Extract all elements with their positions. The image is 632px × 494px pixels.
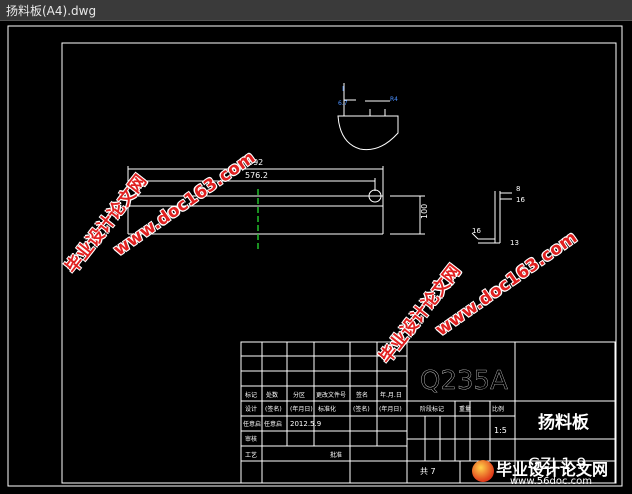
- svg-text:年.月.日: 年.月.日: [380, 391, 402, 399]
- approve-label: 批准: [330, 451, 342, 459]
- svg-text:任意启: 任意启: [243, 420, 261, 428]
- dim-detail-left: 6.7: [338, 100, 348, 107]
- svg-text:(年月日): (年月日): [379, 405, 402, 413]
- flange-section: [471, 191, 512, 244]
- scale-text: 1:5: [494, 426, 507, 435]
- material-text: Q235A: [420, 366, 508, 396]
- svg-text:分区: 分区: [293, 391, 305, 399]
- design-row: 设计 (签名) (年月日) 标准化 (签名) (年月日): [245, 405, 402, 413]
- sheet-total-text: 共 7: [420, 467, 436, 476]
- svg-text:标记: 标记: [245, 391, 257, 399]
- window-title: 扬料板(A4).dwg: [6, 4, 97, 18]
- header-row: 标记 处数 分区 更改文件号 签名 年.月.日: [245, 391, 402, 399]
- dim-flange-side: 13: [510, 239, 519, 247]
- svg-text:任意启: 任意启: [264, 420, 282, 428]
- site-logo: 毕业设计论文网 www.56doc.com: [470, 456, 630, 490]
- dim-detail-right: R4: [390, 96, 398, 103]
- dim-flange-bottom: 16: [472, 227, 481, 235]
- scale-label: 比例: [492, 405, 504, 413]
- svg-text:标准化: 标准化: [318, 405, 336, 413]
- svg-text:处数: 处数: [266, 391, 278, 399]
- svg-text:2012.5.9: 2012.5.9: [290, 420, 321, 428]
- logo-url: www.56doc.com: [510, 476, 593, 487]
- dim-inner-length: 576.2: [245, 171, 268, 180]
- weight-label: 重量: [459, 405, 471, 413]
- dim-flange-thk: 16: [516, 196, 525, 204]
- part-name-text: 扬料板: [538, 412, 590, 433]
- dim-height: 100: [420, 204, 429, 219]
- svg-text:签名: 签名: [356, 391, 368, 399]
- logo-ball-icon: [472, 460, 494, 482]
- process-label: 工艺: [245, 451, 257, 459]
- svg-text:(签名): (签名): [265, 405, 282, 413]
- name-row: 任意启 任意启 2012.5.9: [243, 420, 321, 428]
- svg-text:更改文件号: 更改文件号: [316, 391, 346, 399]
- title-bar: 扬料板(A4).dwg: [0, 0, 632, 21]
- svg-text:设计: 设计: [245, 405, 257, 413]
- svg-text:(签名): (签名): [353, 405, 370, 413]
- review-label: 审核: [245, 435, 257, 443]
- svg-text:(年月日): (年月日): [290, 405, 313, 413]
- detail-label: I: [342, 85, 344, 93]
- stage-label: 阶段标记: [420, 405, 444, 413]
- detail-view: [337, 83, 399, 151]
- dim-flange-top: 8: [516, 185, 520, 193]
